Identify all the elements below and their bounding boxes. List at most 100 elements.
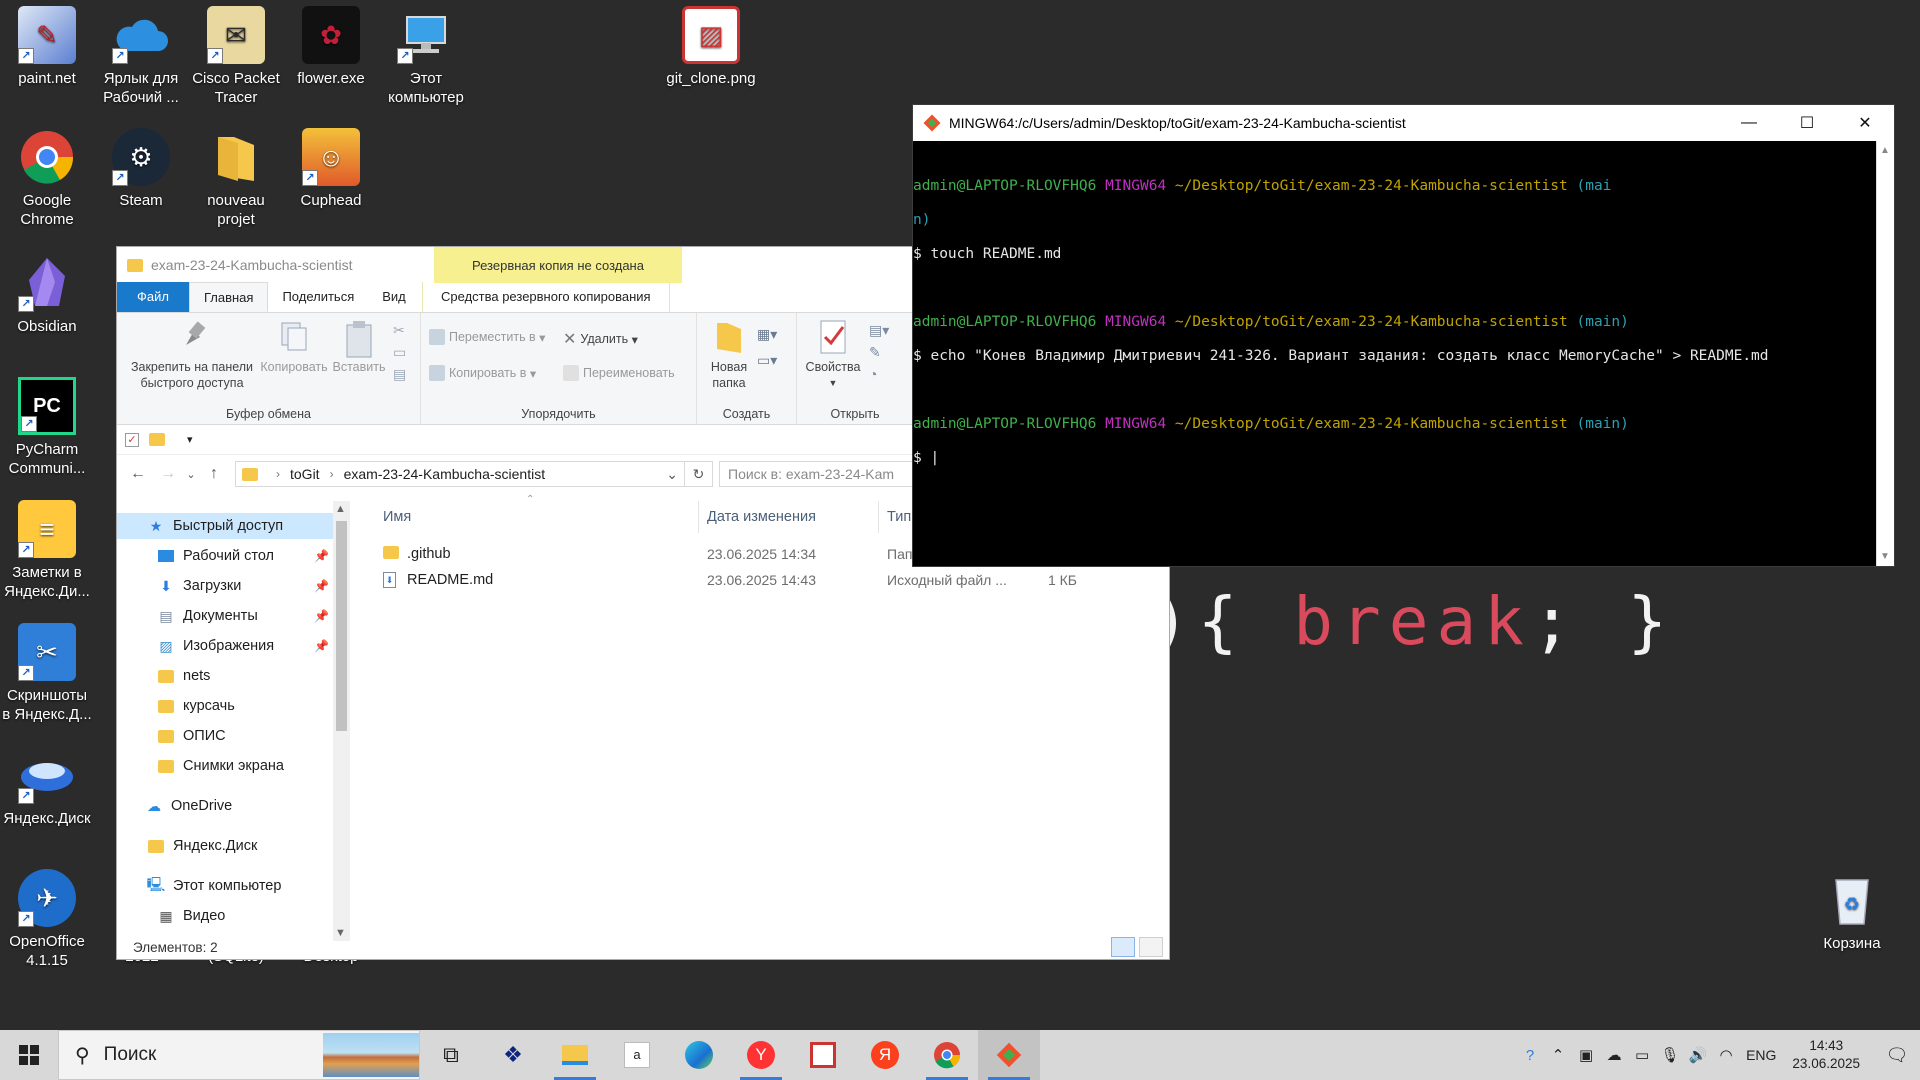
git-bash-taskbar-icon[interactable]	[978, 1030, 1040, 1080]
copy-button[interactable]: Копировать	[257, 313, 331, 375]
new-folder-button[interactable]: Новая папка	[701, 313, 757, 391]
nav-item-desktop[interactable]: Рабочий стол 📌	[117, 543, 333, 569]
clock[interactable]: 14:43 23.06.2025	[1792, 1037, 1860, 1073]
desktop-icon-steam[interactable]: ⚙ ↗ Steam	[95, 128, 187, 210]
volume-icon[interactable]: 🔊	[1684, 1046, 1712, 1064]
clipboard-small-icons[interactable]: ✂ ▭ ▤	[393, 319, 406, 385]
image-viewer-icon[interactable]	[792, 1030, 854, 1080]
notifications-icon[interactable]: 🗨	[1874, 1045, 1920, 1066]
file-explorer-taskbar-icon[interactable]	[544, 1030, 606, 1080]
start-button[interactable]	[0, 1030, 58, 1080]
nav-item-kursach[interactable]: курсачь	[117, 693, 333, 719]
move-to-button[interactable]: Переместить в ▾	[429, 329, 545, 345]
wifi-icon[interactable]: ◠	[1712, 1046, 1740, 1064]
desktop-icon-cisco[interactable]: ✉ ↗ Cisco Packet Tracer	[190, 6, 282, 107]
tab-backup-tools[interactable]: Средства резервного копирования	[421, 282, 670, 312]
paste-button[interactable]: Вставить	[329, 313, 389, 375]
scroll-thumb[interactable]	[336, 521, 347, 731]
desktop-icon-nouveau-projet[interactable]: nouveau projet	[190, 128, 282, 229]
nav-item-this-pc[interactable]: 🖳 Этот компьютер	[117, 873, 333, 899]
breadcrumb-item[interactable]: exam-23-24-Kambucha-scientist	[344, 466, 546, 482]
address-bar[interactable]: › toGit › exam-23-24-Kambucha-scientist …	[235, 461, 685, 487]
battery-icon[interactable]: ▭	[1628, 1046, 1656, 1064]
cloud-icon[interactable]: ☁	[1600, 1046, 1628, 1064]
scroll-up-icon[interactable]: ▲	[1880, 145, 1890, 156]
desktop-icon-flower[interactable]: ✿ flower.exe	[285, 6, 377, 88]
recent-locations-icon[interactable]: ⌄	[183, 468, 199, 481]
desktop-icon-desktop-shortcut[interactable]: ↗ Ярлык для Рабочий ...	[95, 6, 187, 107]
maximize-button[interactable]: ☐	[1778, 105, 1836, 141]
yandex-browser-icon[interactable]: Y	[730, 1030, 792, 1080]
desktop-icon-yandex-disk[interactable]: ↗ Яндекс.Диск	[1, 746, 93, 828]
nav-item-yandex-disk[interactable]: Яндекс.Диск	[117, 833, 333, 859]
desktop-icon-chrome[interactable]: Google Chrome	[1, 128, 93, 229]
desktop-icon-label: Скриншоты в Яндекс.Д...	[2, 687, 92, 723]
nav-item-downloads[interactable]: ⬇ Загрузки 📌	[117, 573, 333, 599]
checkbox-icon[interactable]: ✓	[125, 432, 139, 447]
up-button[interactable]: ↑	[199, 465, 229, 483]
nav-item-screenshots[interactable]: Снимки экрана	[117, 753, 333, 779]
terminal-output[interactable]: admin@LAPTOP-RLOVFHQ6 MINGW64 ~/Desktop/…	[913, 141, 1876, 566]
search-input[interactable]: Поиск в: exam-23-24-Kam	[719, 461, 919, 487]
nav-item-opis[interactable]: ОПИС	[117, 723, 333, 749]
delete-button[interactable]: ✕ Удалить ▾	[563, 329, 638, 349]
close-button[interactable]: ✕	[1836, 105, 1894, 141]
tab-file[interactable]: Файл	[117, 282, 189, 312]
column-name[interactable]: Имя	[375, 501, 699, 533]
edge-icon[interactable]	[668, 1030, 730, 1080]
chevron-up-icon[interactable]: ⌃	[1544, 1046, 1572, 1064]
desktop-icon-yandex-screenshots[interactable]: ✂ ↗ Скриншоты в Яндекс.Д...	[1, 623, 93, 724]
tab-home[interactable]: Главная	[188, 282, 269, 312]
open-small-icons[interactable]: ▤▾ ✎ ◔	[869, 319, 889, 385]
nav-item-nets[interactable]: nets	[117, 663, 333, 689]
forward-button[interactable]: →	[153, 465, 183, 483]
properties-button[interactable]: Свойства ▼	[801, 313, 865, 391]
rename-button[interactable]: Переименовать	[563, 365, 675, 381]
camera-icon[interactable]: ▣	[1572, 1046, 1600, 1064]
copy-to-button[interactable]: Копировать в ▾	[429, 365, 536, 381]
back-button[interactable]: ←	[123, 465, 153, 483]
language-indicator[interactable]: ENG	[1746, 1047, 1776, 1063]
bash-titlebar[interactable]: MINGW64:/c/Users/admin/Desktop/toGit/exa…	[913, 105, 1894, 141]
yandex-icon[interactable]: Я	[854, 1030, 916, 1080]
microphone-icon[interactable]: 🎙	[1656, 1046, 1684, 1064]
desktop-icon-git-clone-png[interactable]: ▨ git_clone.png	[665, 6, 757, 88]
column-date[interactable]: Дата изменения	[699, 501, 879, 533]
dropbox-icon[interactable]: ❖	[482, 1030, 544, 1080]
tab-share[interactable]: Поделиться	[268, 282, 368, 312]
folder-icon[interactable]	[149, 433, 165, 446]
breadcrumb-item[interactable]: toGit	[290, 466, 320, 482]
amazon-icon[interactable]: a	[606, 1030, 668, 1080]
desktop-icon-paintnet[interactable]: ✎ ↗ paint.net	[1, 6, 93, 88]
chevron-down-icon[interactable]: ⌄	[666, 466, 678, 483]
tab-view[interactable]: Вид	[368, 282, 420, 312]
desktop-icon-cuphead[interactable]: ☺ ↗ Cuphead	[285, 128, 377, 210]
file-row[interactable]: ⬇ README.md 23.06.2025 14:43 Исходный фа…	[375, 567, 1165, 593]
desktop-icon-recycle-bin[interactable]: ♻ Корзина	[1806, 871, 1898, 953]
customize-toolbar-icon[interactable]: ▾	[187, 433, 193, 446]
nav-item-documents[interactable]: ▤ Документы 📌	[117, 603, 333, 629]
details-view-icon[interactable]	[1111, 937, 1135, 957]
refresh-button[interactable]: ↻	[685, 461, 713, 487]
desktop-icon-pycharm[interactable]: PC ↗ PyCharm Communi...	[1, 377, 93, 478]
nav-item-onedrive[interactable]: ☁ OneDrive	[117, 793, 333, 819]
pin-quick-access-button[interactable]: Закрепить на панели быстрого доступа	[121, 313, 263, 391]
nav-item-pictures[interactable]: ▨ Изображения 📌	[117, 633, 333, 659]
desktop-icon-this-pc[interactable]: ↗ Этот компьютер	[380, 6, 472, 107]
help-icon[interactable]: ?	[1516, 1047, 1544, 1064]
task-view-button[interactable]: ⧉	[420, 1030, 482, 1080]
terminal-scrollbar[interactable]: ▲ ▼	[1876, 141, 1894, 566]
minimize-button[interactable]: —	[1720, 105, 1778, 141]
nav-item-videos[interactable]: ▦ Видео	[117, 903, 333, 929]
nav-scrollbar[interactable]: ▲ ▼	[333, 501, 350, 941]
nav-item-quick-access[interactable]: ★ Быстрый доступ	[117, 513, 333, 539]
chrome-taskbar-icon[interactable]	[916, 1030, 978, 1080]
new-item-small-icons[interactable]: ▦▾ ▭▾	[757, 321, 777, 373]
desktop-icon-obsidian[interactable]: ↗ Obsidian	[1, 254, 93, 336]
scroll-up-icon[interactable]: ▲	[335, 503, 346, 515]
desktop-icon-openoffice[interactable]: ✈ ↗ OpenOffice 4.1.15	[1, 869, 93, 970]
desktop-icon-yandex-notes[interactable]: ≡ ↗ Заметки в Яндекс.Ди...	[1, 500, 93, 601]
large-icons-view-icon[interactable]	[1139, 937, 1163, 957]
taskbar-search[interactable]: ⚲ Поиск	[58, 1030, 420, 1080]
scroll-down-icon[interactable]: ▼	[1880, 551, 1890, 562]
